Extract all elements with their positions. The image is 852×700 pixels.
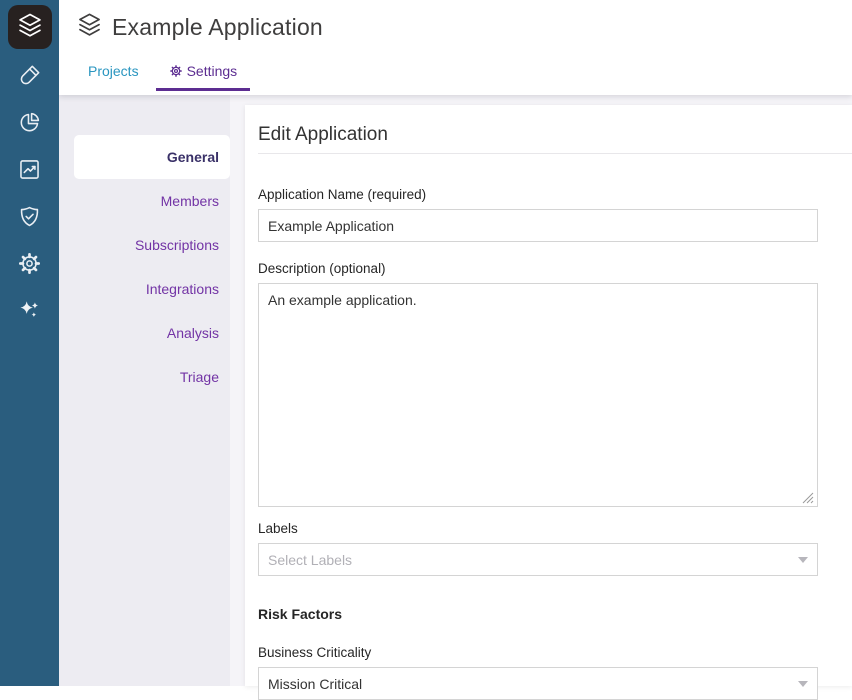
app-header: Example Application Projects Settings [59,0,852,95]
application-name-label: Application Name (required) [258,187,818,203]
business-criticality-select[interactable]: Mission Critical [258,667,818,700]
edit-application-form: Application Name (required) Description … [258,187,818,700]
textarea-resize-handle[interactable] [802,491,814,503]
description-field-group: Description (optional) An example applic… [258,261,818,507]
application-name-field-group: Application Name (required) [258,187,818,242]
labels-field-group: Labels Select Labels [258,521,818,576]
nav-item-triage[interactable]: Triage [59,355,230,399]
line-chart-icon [17,157,42,182]
tab-projects[interactable]: Projects [88,57,139,91]
tab-projects-label: Projects [88,63,139,79]
shield-check-icon [17,204,42,229]
description-textarea[interactable]: An example application. [258,283,818,507]
rail-button-ai[interactable] [0,287,59,334]
page-body: General Members Subscriptions Integratio… [59,95,852,686]
app-rail [0,0,59,686]
business-criticality-field-group: Business Criticality Mission Critical [258,645,818,700]
application-name-input[interactable] [258,209,818,242]
layers-logo-icon [16,11,44,44]
edit-application-panel: Edit Application Application Name (requi… [245,105,852,686]
labels-select-placeholder: Select Labels [268,552,352,568]
chevron-down-icon [798,557,808,563]
rail-button-analytics[interactable] [0,146,59,193]
tab-settings-label: Settings [187,63,238,79]
nav-item-analysis[interactable]: Analysis [59,311,230,355]
app-window: { "header": { "title": "Example Applicat… [0,0,852,686]
sparkles-icon [17,298,42,323]
layers-brand-icon [76,11,103,43]
pie-chart-icon [17,110,42,135]
gear-small-icon [169,64,183,78]
rail-button-reports[interactable] [0,99,59,146]
labels-select[interactable]: Select Labels [258,543,818,576]
rail-button-security[interactable] [0,193,59,240]
rail-button-settings[interactable] [0,240,59,287]
nav-item-general[interactable]: General [74,135,230,179]
settings-nav: General Members Subscriptions Integratio… [59,95,230,686]
nav-item-subscriptions[interactable]: Subscriptions [59,223,230,267]
description-label: Description (optional) [258,261,818,277]
breadcrumb-brand: Example Application [76,11,323,43]
gear-icon [17,251,42,276]
test-tube-icon [17,63,42,88]
page-title: Example Application [112,14,323,41]
panel-heading: Edit Application [258,125,818,145]
app-logo-button[interactable] [8,5,52,49]
risk-factors-heading: Risk Factors [258,606,818,622]
nav-item-members[interactable]: Members [59,179,230,223]
heading-divider [258,153,852,154]
tab-bar: Projects Settings [88,57,250,91]
labels-label: Labels [258,521,818,537]
rail-button-tests[interactable] [0,52,59,99]
business-criticality-label: Business Criticality [258,645,818,661]
business-criticality-value: Mission Critical [268,676,362,692]
tab-settings[interactable]: Settings [156,57,251,91]
nav-item-integrations[interactable]: Integrations [59,267,230,311]
rail-icon-list [0,52,59,334]
